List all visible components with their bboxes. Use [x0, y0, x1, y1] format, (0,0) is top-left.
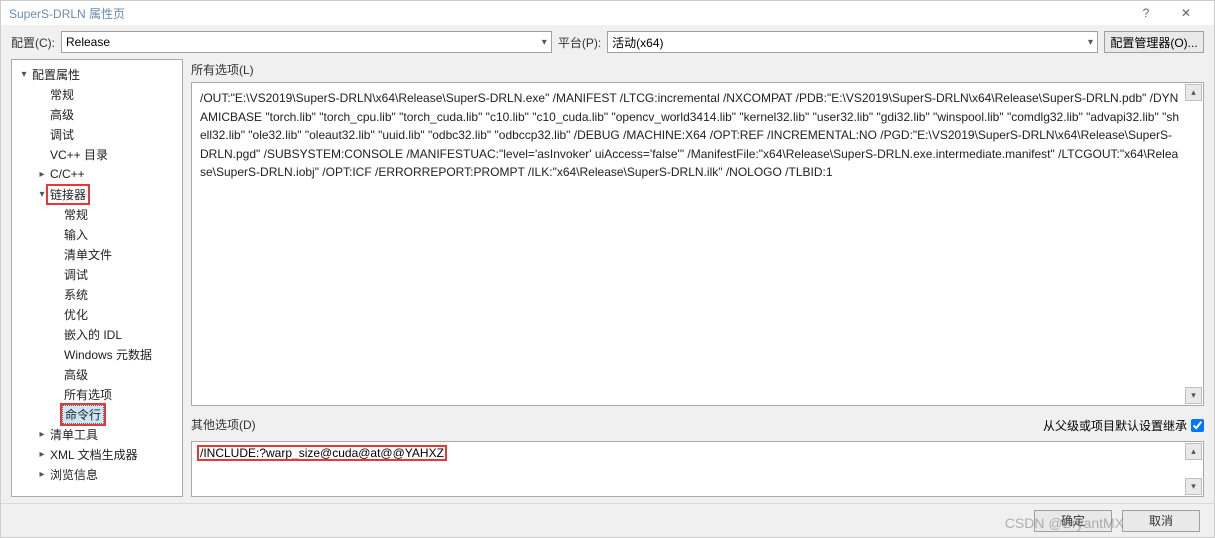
tree-item[interactable]: 调试	[12, 124, 182, 144]
tree-item[interactable]: 所有选项	[12, 384, 182, 404]
tree-item-label: 配置属性	[30, 66, 82, 83]
config-combo[interactable]: Release ▾	[61, 31, 552, 53]
tree-item[interactable]: ▸C/C++	[12, 164, 182, 184]
close-button[interactable]: ✕	[1166, 1, 1206, 25]
platform-combo[interactable]: 活动(x64) ▾	[607, 31, 1098, 53]
tree-item[interactable]: 调试	[12, 264, 182, 284]
tree-item-label: 浏览信息	[48, 466, 100, 483]
inherit-label: 从父级或项目默认设置继承	[1043, 417, 1187, 434]
tree-item-label: 所有选项	[62, 386, 114, 403]
dialog-footer: CSDN @BryantMX 确定 取消	[1, 503, 1214, 537]
platform-value: 活动(x64)	[612, 34, 663, 51]
config-bar: 配置(C): Release ▾ 平台(P): 活动(x64) ▾ 配置管理器(…	[1, 25, 1214, 59]
tree-item-label: 常规	[48, 86, 76, 103]
tree-expand-icon[interactable]: ▸	[36, 469, 48, 480]
tree-collapse-icon[interactable]: ▾	[36, 189, 48, 200]
ok-button[interactable]: 确定	[1034, 510, 1112, 532]
tree-item[interactable]: 优化	[12, 304, 182, 324]
tree-item-label: XML 文档生成器	[48, 446, 140, 463]
help-button[interactable]: ?	[1126, 1, 1166, 25]
tree-item-label: 高级	[62, 366, 90, 383]
tree-item[interactable]: 清单文件	[12, 244, 182, 264]
other-options-input[interactable]: /INCLUDE:?warp_size@cuda@at@@YAHXZ ▴ ▾	[191, 441, 1204, 497]
tree-item-label: C/C++	[48, 167, 87, 181]
tree-item[interactable]: Windows 元数据	[12, 344, 182, 364]
tree-item-label: 调试	[48, 126, 76, 143]
tree-item[interactable]: ▸浏览信息	[12, 464, 182, 484]
config-value: Release	[66, 35, 110, 49]
tree-item[interactable]: 常规	[12, 204, 182, 224]
title-bar: SuperS-DRLN 属性页 ? ✕	[1, 1, 1214, 25]
tree-expand-icon[interactable]: ▸	[36, 169, 48, 180]
scroll-up-icon[interactable]: ▴	[1185, 443, 1202, 460]
config-manager-button[interactable]: 配置管理器(O)...	[1104, 31, 1204, 53]
tree-item[interactable]: 高级	[12, 364, 182, 384]
tree-expand-icon[interactable]: ▸	[36, 449, 48, 460]
tree-item[interactable]: 输入	[12, 224, 182, 244]
platform-label: 平台(P):	[558, 34, 601, 51]
tree-item-label: 调试	[62, 266, 90, 283]
all-options-text: /OUT:"E:\VS2019\SuperS-DRLN\x64\Release\…	[200, 91, 1179, 179]
config-label: 配置(C):	[11, 34, 55, 51]
window-title: SuperS-DRLN 属性页	[9, 5, 125, 22]
tree-item-label: 清单工具	[48, 426, 100, 443]
scroll-down-icon[interactable]: ▾	[1185, 387, 1202, 404]
tree-item-label: 优化	[62, 306, 90, 323]
tree-item-label: VC++ 目录	[48, 146, 110, 163]
tree-item-label: 链接器	[48, 186, 88, 203]
tree-item[interactable]: VC++ 目录	[12, 144, 182, 164]
chevron-down-icon: ▾	[1088, 37, 1093, 48]
tree-item-label: 命令行	[62, 405, 104, 424]
all-options-label: 所有选项(L)	[191, 61, 1204, 78]
tree-item-label: 常规	[62, 206, 90, 223]
other-options-label: 其他选项(D)	[191, 416, 256, 433]
tree-item-label: 高级	[48, 106, 76, 123]
chevron-down-icon: ▾	[542, 37, 547, 48]
tree-item[interactable]: ▸XML 文档生成器	[12, 444, 182, 464]
tree-item[interactable]: 系统	[12, 284, 182, 304]
tree-item[interactable]: ▾配置属性	[12, 64, 182, 84]
tree-item[interactable]: 嵌入的 IDL	[12, 324, 182, 344]
tree-item[interactable]: ▸清单工具	[12, 424, 182, 444]
tree-item[interactable]: 常规	[12, 84, 182, 104]
tree-item[interactable]: 高级	[12, 104, 182, 124]
tree-collapse-icon[interactable]: ▾	[18, 69, 30, 80]
tree-item-label: 嵌入的 IDL	[62, 326, 124, 343]
tree-item-label: 系统	[62, 286, 90, 303]
tree-expand-icon[interactable]: ▸	[36, 429, 48, 440]
tree-item[interactable]: ▾链接器	[12, 184, 182, 204]
tree-item-label: Windows 元数据	[62, 346, 154, 363]
scroll-down-icon[interactable]: ▾	[1185, 478, 1202, 495]
tree-item-label: 输入	[62, 226, 90, 243]
scroll-up-icon[interactable]: ▴	[1185, 84, 1202, 101]
all-options-box: /OUT:"E:\VS2019\SuperS-DRLN\x64\Release\…	[191, 82, 1204, 406]
cancel-button[interactable]: 取消	[1122, 510, 1200, 532]
inherit-checkbox[interactable]	[1191, 419, 1204, 432]
tree-item[interactable]: 命令行	[12, 404, 182, 424]
tree-item-label: 清单文件	[62, 246, 114, 263]
other-options-value: /INCLUDE:?warp_size@cuda@at@@YAHXZ	[198, 446, 446, 460]
main-panel: 所有选项(L) /OUT:"E:\VS2019\SuperS-DRLN\x64\…	[191, 59, 1204, 497]
property-tree[interactable]: ▾配置属性常规高级调试VC++ 目录▸C/C++▾链接器常规输入清单文件调试系统…	[11, 59, 183, 497]
